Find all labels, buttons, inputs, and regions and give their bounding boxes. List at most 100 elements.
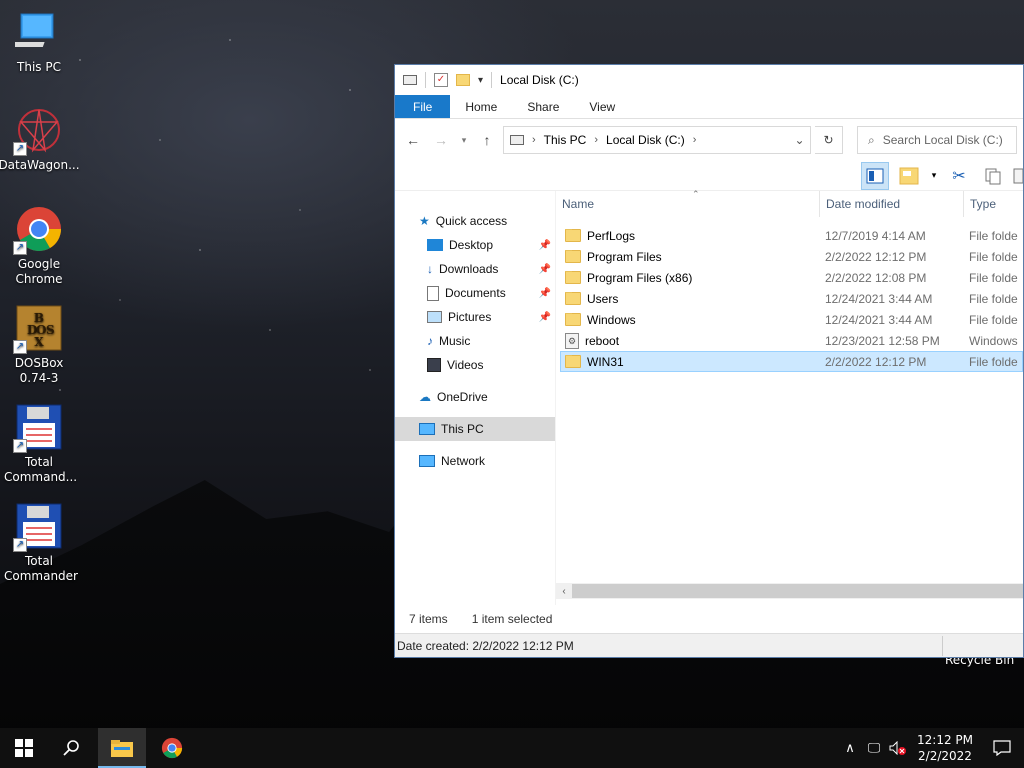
forward-arrow-icon[interactable]: →: [429, 128, 453, 152]
date-created: Date created: 2/2/2022 12:12 PM: [397, 638, 574, 653]
tab-file[interactable]: File: [395, 95, 451, 118]
nav-music[interactable]: ♪ Music: [395, 329, 555, 353]
tab-share[interactable]: Share: [512, 95, 574, 118]
file-row-program-files[interactable]: Program Files 2/2/2022 12:12 PM File fol…: [560, 246, 1023, 267]
breadcrumb-chevron-icon[interactable]: ›: [594, 134, 598, 146]
pin-icon[interactable]: 📌: [539, 288, 551, 299]
address-dropdown-icon[interactable]: ⌄: [788, 127, 810, 153]
column-header-date-modified[interactable]: Date modified: [820, 191, 964, 217]
address-bar[interactable]: › This PC › Local Disk (C:) › ⌄: [503, 126, 811, 154]
desktop-icon-this-pc[interactable]: This PC: [2, 8, 76, 75]
chrome-icon: [161, 737, 183, 759]
search-placeholder: Search Local Disk (C:): [882, 133, 1003, 147]
volume-muted-icon[interactable]: [886, 728, 910, 768]
cloud-icon: ☁: [419, 390, 431, 404]
nav-downloads[interactable]: ↓ Downloads 📌: [395, 257, 555, 281]
refresh-icon[interactable]: ↻: [815, 126, 843, 154]
computer-icon: [419, 423, 435, 435]
desktop-folder-icon: [427, 239, 443, 251]
network-icon[interactable]: 🖵: [862, 728, 886, 768]
windows-logo-icon: [15, 739, 33, 757]
horizontal-scrollbar[interactable]: ‹: [556, 583, 1023, 599]
show-hidden-icons-chevron-icon[interactable]: ∧: [838, 728, 862, 768]
file-row-windows[interactable]: Windows 12/24/2021 3:44 AM File folde: [560, 309, 1023, 330]
file-row-reboot[interactable]: ⚙ reboot 12/23/2021 12:58 PM Windows: [560, 330, 1023, 351]
breadcrumb-local-disk[interactable]: Local Disk (C:): [606, 133, 685, 147]
tab-home[interactable]: Home: [450, 95, 512, 118]
title-bar[interactable]: ✓ ▾ Local Disk (C:): [395, 65, 1023, 95]
paste-icon[interactable]: [1013, 162, 1023, 190]
clock[interactable]: 12:12 PM 2/2/2022: [910, 732, 980, 764]
floppy-disk-icon: ↗: [13, 403, 63, 453]
nav-label: Music: [439, 334, 471, 348]
breadcrumb-chevron-icon[interactable]: ›: [532, 134, 536, 146]
start-button[interactable]: [0, 728, 48, 768]
folder-icon: [565, 228, 581, 242]
file-type: Windows: [969, 333, 1018, 348]
search-box[interactable]: ⌕ Search Local Disk (C:): [857, 126, 1017, 154]
up-arrow-icon[interactable]: ↑: [475, 128, 499, 152]
file-row-users[interactable]: Users 12/24/2021 3:44 AM File folde: [560, 288, 1023, 309]
file-type: File folde: [969, 312, 1018, 327]
breadcrumb-this-pc[interactable]: This PC: [544, 133, 587, 147]
desktop-icon-datawagon[interactable]: ↗ DataWagon...: [0, 106, 80, 173]
music-note-icon: ♪: [427, 334, 433, 348]
taskbar-file-explorer[interactable]: [98, 728, 146, 768]
copy-icon[interactable]: [979, 162, 1007, 190]
nav-onedrive[interactable]: ☁ OneDrive: [395, 385, 555, 409]
search-button[interactable]: [48, 728, 96, 768]
scrollbar-thumb[interactable]: [572, 584, 1023, 598]
taskbar-chrome[interactable]: [148, 728, 196, 768]
nav-this-pc[interactable]: This PC: [395, 417, 555, 441]
file-date: 2/2/2022 12:08 PM: [825, 270, 927, 285]
file-type: File folde: [969, 228, 1018, 243]
change-view-icon[interactable]: [895, 162, 923, 190]
navigation-pane[interactable]: ★ Quick access Desktop 📌 ↓ Downloads 📌 D…: [395, 191, 555, 605]
notification-center-button[interactable]: [980, 728, 1024, 768]
desktop-icon-dosbox[interactable]: B D O S X ↗ DOSBox 0.74-3: [2, 304, 76, 386]
file-name: WIN31: [587, 354, 624, 369]
file-row-win31[interactable]: WIN31 2/2/2022 12:12 PM File folde: [560, 351, 1023, 372]
recent-locations-chevron-icon[interactable]: ▾: [457, 128, 471, 152]
shortcut-arrow-icon: ↗: [13, 538, 27, 552]
pin-icon[interactable]: 📌: [539, 264, 551, 275]
file-date: 2/2/2022 12:12 PM: [825, 354, 927, 369]
nav-documents[interactable]: Documents 📌: [395, 281, 555, 305]
customize-quick-access-icon[interactable]: ▾: [478, 75, 483, 86]
notification-icon: [993, 740, 1011, 756]
window-title: Local Disk (C:): [500, 73, 579, 87]
file-type: File folde: [969, 249, 1018, 264]
taskbar: ∧ 🖵 12:12 PM 2/2/2022: [0, 728, 1024, 768]
breadcrumb-chevron-icon[interactable]: ›: [693, 134, 697, 146]
file-row-perflogs[interactable]: PerfLogs 12/7/2019 4:14 AM File folde: [560, 225, 1023, 246]
back-arrow-icon[interactable]: ←: [401, 128, 425, 152]
desktop-icon-total-commander-64[interactable]: ↗ Total Command...: [2, 403, 77, 485]
column-header-name[interactable]: Name: [556, 191, 820, 217]
nav-network[interactable]: Network: [395, 449, 555, 473]
desktop-icon-total-commander[interactable]: ↗ Total Commander: [2, 502, 78, 584]
file-row-program-files-x86[interactable]: Program Files (x86) 2/2/2022 12:08 PM Fi…: [560, 267, 1023, 288]
file-date: 12/24/2021 3:44 AM: [825, 291, 933, 306]
nav-quick-access[interactable]: ★ Quick access: [395, 209, 555, 233]
file-name: PerfLogs: [587, 228, 636, 243]
pin-icon[interactable]: 📌: [539, 240, 551, 251]
view-dropdown-icon[interactable]: ▾: [929, 162, 939, 190]
cut-icon[interactable]: ✂: [945, 162, 973, 190]
preview-pane-icon[interactable]: [861, 161, 889, 190]
tab-view[interactable]: View: [574, 95, 630, 118]
nav-desktop[interactable]: Desktop 📌: [395, 233, 555, 257]
settings-file-icon: ⚙: [565, 332, 579, 349]
pin-icon[interactable]: 📌: [539, 312, 551, 323]
nav-pictures[interactable]: Pictures 📌: [395, 305, 555, 329]
clock-time: 12:12 PM: [917, 733, 973, 747]
file-list-pane[interactable]: ⌃ Name Date modified Type PerfLogs 12/7/…: [555, 189, 1023, 605]
scroll-left-icon[interactable]: ‹: [556, 586, 572, 597]
separator: [425, 72, 426, 88]
column-header-type[interactable]: Type: [964, 191, 1023, 217]
new-folder-icon[interactable]: [456, 74, 470, 86]
desktop-icon-chrome[interactable]: ↗ Google Chrome: [2, 205, 76, 287]
nav-videos[interactable]: Videos: [395, 353, 555, 377]
properties-icon[interactable]: ✓: [434, 73, 448, 87]
nav-label: Documents: [445, 286, 506, 300]
file-explorer-window[interactable]: ✓ ▾ Local Disk (C:) File Home Share View…: [394, 64, 1024, 658]
